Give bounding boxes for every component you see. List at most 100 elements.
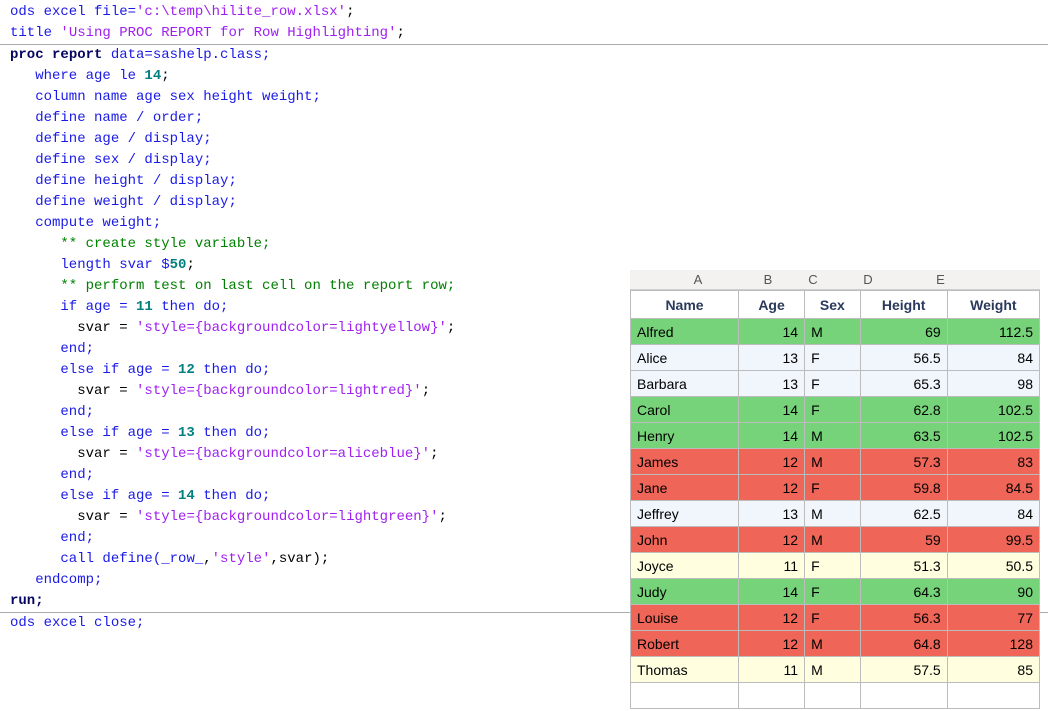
code-token: 12 [178,362,195,378]
code-token: 11 [136,299,153,315]
cell: 99.5 [947,527,1039,553]
code-token: svar = [10,446,136,462]
cell: Jeffrey [631,501,739,527]
code-token: ; [186,257,194,273]
table-row: John12M5999.5 [631,527,1040,553]
code-token: ; [447,320,455,336]
table-row: Alice13F56.584 [631,345,1040,371]
col-letter: A [653,270,743,289]
code-line: ods excel file='c:\temp\hilite_row.xlsx'… [10,2,1048,23]
col-header-name: Name [631,291,739,319]
cell: 77 [947,605,1039,631]
code-token: 50 [170,257,187,273]
code-token: then do; [195,362,271,378]
cell: 11 [739,657,805,683]
col-letter: D [833,270,903,289]
table-row: Robert12M64.8128 [631,631,1040,657]
code-token: length svar $ [10,257,170,273]
cell: 62.5 [860,501,947,527]
code-token: title [10,25,60,41]
cell [805,683,861,709]
table-row: Barbara13F65.398 [631,371,1040,397]
cell: Judy [631,579,739,605]
cell: 64.8 [860,631,947,657]
cell: 12 [739,631,805,657]
code-line: define sex / display; [10,150,1048,171]
code-token: name / order; [94,110,203,126]
cell: 51.3 [860,553,947,579]
code-token: 'style' [212,551,271,567]
code-line: column name age sex height weight; [10,87,1048,108]
cell: 14 [739,319,805,345]
code-token: height / display; [94,173,237,189]
cell: 84 [947,345,1039,371]
code-token: 14 [178,488,195,504]
cell: F [805,475,861,501]
code-token: , [203,551,211,567]
cell: F [805,371,861,397]
code-token: else if age = [10,362,178,378]
code-token: else if age = [10,488,178,504]
code-token: ; [161,68,169,84]
code-token: ; [396,25,404,41]
cell: M [805,319,861,345]
code-token: 'style={backgroundcolor=lightred}' [136,383,422,399]
cell: Jane [631,475,739,501]
cell [860,683,947,709]
table-row: Jeffrey13M62.584 [631,501,1040,527]
cell: M [805,449,861,475]
code-line: proc report data=sashelp.class; [10,45,1048,66]
code-token: 'c:\temp\hilite_row.xlsx' [136,4,346,20]
cell: M [805,657,861,683]
cell: 12 [739,449,805,475]
code-token: 'style={backgroundcolor=lightgreen}' [136,509,438,525]
code-token: 'style={backgroundcolor=lightyellow}' [136,320,447,336]
table-row: Louise12F56.377 [631,605,1040,631]
code-token: define [10,110,94,126]
cell: F [805,345,861,371]
table-row: James12M57.383 [631,449,1040,475]
code-token: 'Using PROC REPORT for Row Highlighting' [60,25,396,41]
cell: M [805,501,861,527]
code-token: define [10,152,94,168]
cell [739,683,805,709]
code-token: 14 [144,68,161,84]
cell: Robert [631,631,739,657]
code-token: report [52,47,111,63]
code-token: ods excel close; [10,615,144,631]
code-token: call define( [10,551,161,567]
table-header-row: Name Age Sex Height Weight [631,291,1040,319]
cell: James [631,449,739,475]
code-token: then do; [195,425,271,441]
code-editor: ods excel file='c:\temp\hilite_row.xlsx'… [0,0,1048,44]
code-token: proc [10,47,52,63]
cell: Carol [631,397,739,423]
table-row: Alfred14M69112.5 [631,319,1040,345]
code-token: ** perform test on last cell on the repo… [10,278,455,294]
code-token: define [10,131,94,147]
cell: 84.5 [947,475,1039,501]
code-token: svar = [10,509,136,525]
cell [947,683,1039,709]
code-token: end; [10,467,94,483]
code-token: 'style={backgroundcolor=aliceblue}' [136,446,430,462]
code-line: define weight / display; [10,192,1048,213]
cell: M [805,527,861,553]
cell: 12 [739,475,805,501]
code-token: weight / display; [94,194,237,210]
code-token: define [10,194,94,210]
cell: Barbara [631,371,739,397]
cell: 14 [739,423,805,449]
cell: Henry [631,423,739,449]
cell: 84 [947,501,1039,527]
code-token: ods excel file= [10,4,136,20]
cell: 14 [739,397,805,423]
table-row: Jane12F59.884.5 [631,475,1040,501]
cell: 59.8 [860,475,947,501]
code-token: else if age = [10,425,178,441]
cell: 85 [947,657,1039,683]
cell: 128 [947,631,1039,657]
code-token: weight; [102,215,161,231]
table-row: Carol14F62.8102.5 [631,397,1040,423]
cell: John [631,527,739,553]
